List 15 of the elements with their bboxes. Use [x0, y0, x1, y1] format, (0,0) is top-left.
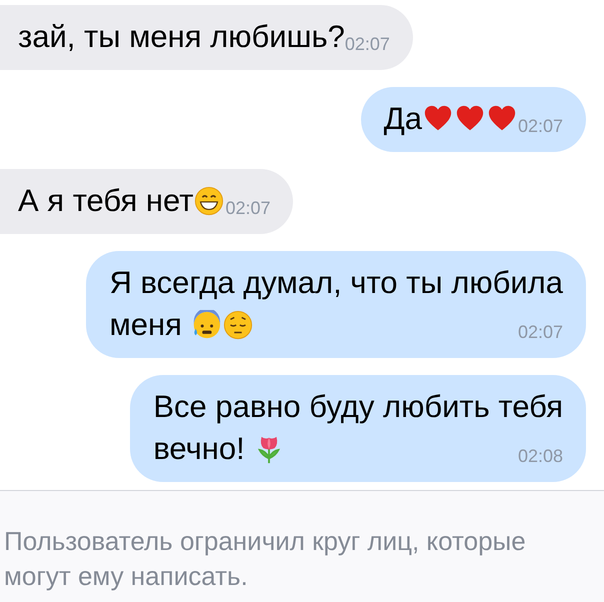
message-text: Да: [384, 100, 422, 138]
message-text: Все равно буду любить тебя: [153, 389, 563, 424]
message-time: 02:07: [518, 115, 563, 138]
message-text: А я тебя нет: [18, 182, 194, 220]
message-text: меня: [109, 306, 182, 344]
message-time: 02:07: [225, 197, 270, 220]
grinning-face-icon: [194, 186, 224, 216]
message-time: 02:07: [518, 321, 563, 344]
message-time: 02:08: [518, 445, 563, 468]
restriction-notice: Пользователь ограничил круг лиц, которые могут ему написать.: [4, 525, 527, 593]
pensive-face-icon: [222, 310, 253, 340]
message-text: зай, ты меня любишь?: [18, 18, 345, 56]
message-time: 02:07: [344, 33, 390, 56]
message-text: Я всегда думал, что ты любила: [109, 265, 563, 300]
message-text: вечно!: [153, 430, 245, 468]
